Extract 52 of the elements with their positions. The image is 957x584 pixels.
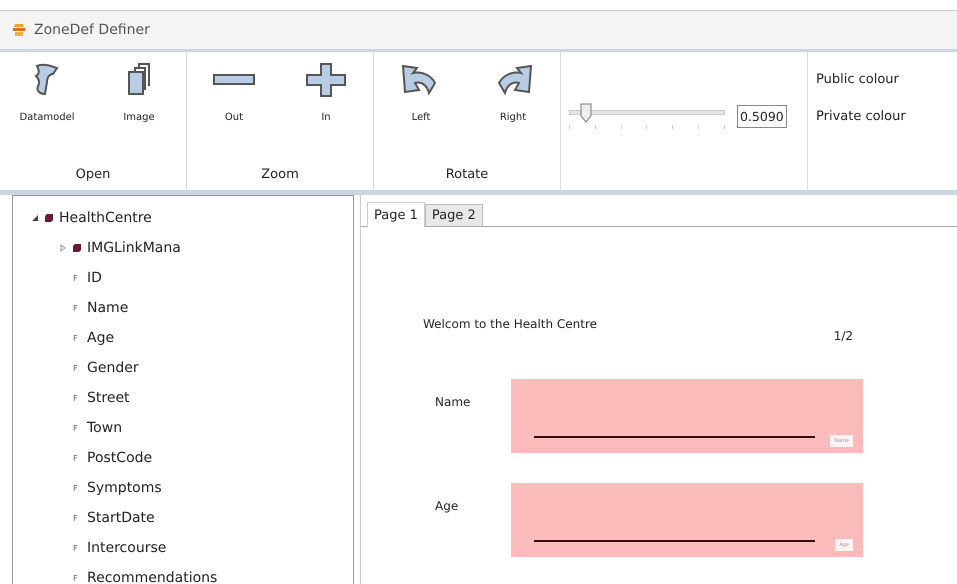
- minus-icon: [212, 74, 256, 85]
- field-marker: F: [73, 364, 79, 372]
- field-marker: F: [73, 394, 79, 402]
- datamodel-button[interactable]: Datamodel: [6, 58, 88, 167]
- field-marker: F: [73, 454, 79, 462]
- field-marker: F: [73, 544, 79, 552]
- field-label: Age: [434, 498, 460, 515]
- slider-thumb[interactable]: [580, 103, 592, 123]
- rotate-right-button[interactable]: Right: [472, 58, 554, 167]
- tree-item[interactable]: Name: [87, 300, 128, 316]
- tree-item[interactable]: Gender: [87, 360, 139, 376]
- plus-button[interactable]: In: [285, 58, 367, 167]
- window-title: ZoneDef Definer: [34, 22, 150, 38]
- tree-item[interactable]: PostCode: [87, 450, 152, 466]
- tree-item[interactable]: StartDate: [87, 510, 155, 526]
- zoom-slider[interactable]: [569, 102, 725, 130]
- tree-item[interactable]: Recommendations: [87, 570, 218, 584]
- form-heading: Welcom to the Health Centre: [423, 317, 598, 331]
- tree-item[interactable]: Intercourse: [87, 540, 166, 556]
- collapse-arrow-icon[interactable]: [31, 214, 39, 222]
- colour-label: Private colour: [816, 109, 906, 124]
- field-marker: F: [73, 334, 79, 342]
- expand-arrow-icon[interactable]: [59, 244, 67, 252]
- rotate-left-button[interactable]: Left: [380, 58, 462, 167]
- field-marker: F: [73, 574, 79, 582]
- group-label: Open: [74, 167, 112, 184]
- page-tab[interactable]: Page 1: [367, 202, 425, 227]
- tree-item[interactable]: IMGLinkMana: [87, 240, 181, 256]
- field-marker: F: [73, 514, 79, 522]
- group-label: Zoom: [260, 167, 300, 184]
- field-marker: F: [73, 484, 79, 492]
- tree-item[interactable]: Street: [87, 390, 130, 406]
- field-marker: F: [73, 304, 79, 312]
- entity-icon: [45, 214, 53, 222]
- field-marker: F: [73, 274, 79, 282]
- group-label: Rotate: [444, 167, 490, 184]
- minus-button[interactable]: Out: [193, 58, 275, 167]
- tree-item[interactable]: HealthCentre: [59, 210, 152, 226]
- page-number: 1/2: [834, 329, 853, 343]
- tree-item[interactable]: Town: [87, 420, 122, 436]
- image-button[interactable]: Image: [98, 58, 180, 167]
- field-label: Name: [434, 394, 472, 411]
- plus-icon: [304, 62, 348, 98]
- tree-item[interactable]: Age: [87, 330, 114, 346]
- tree-item[interactable]: Symptoms: [87, 480, 162, 496]
- colour-label: Public colour: [816, 72, 900, 87]
- app-icon: [12, 23, 26, 37]
- tree-item[interactable]: ID: [87, 270, 102, 286]
- field-marker: F: [73, 424, 79, 432]
- page-tab[interactable]: Page 2: [424, 204, 483, 226]
- entity-icon: [73, 244, 81, 252]
- slider-value-field[interactable]: 0.5090: [737, 104, 787, 128]
